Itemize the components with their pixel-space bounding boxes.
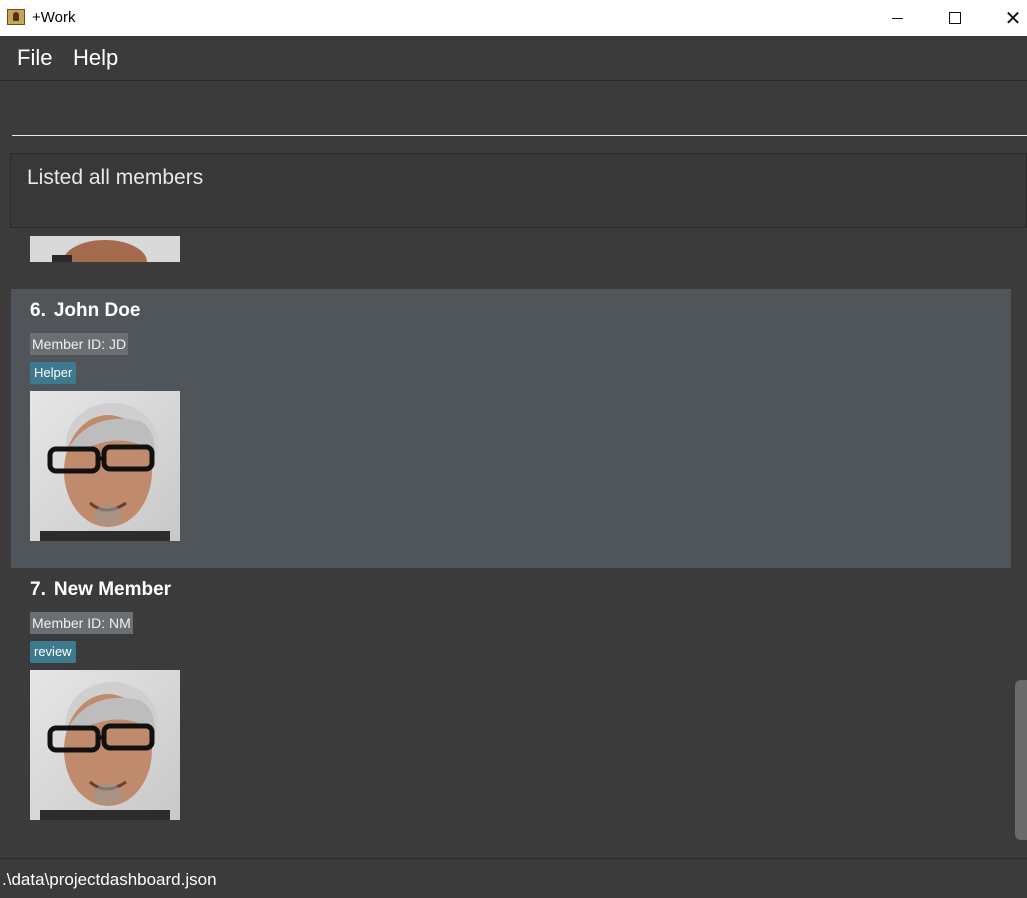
member-index: 6. (30, 300, 46, 321)
command-box (0, 81, 1027, 145)
member-name: 7. New Member (30, 579, 171, 601)
address-book-icon (7, 9, 25, 25)
member-photo (30, 670, 180, 820)
maximize-button[interactable] (926, 0, 984, 36)
member-id-label: Member ID: JD (30, 333, 129, 355)
member-id-label: Member ID: NM (30, 612, 133, 634)
member-photo (30, 391, 180, 541)
member-list[interactable]: 6. John Doe Member ID: JD Helper 7. New … (11, 236, 1011, 845)
close-icon: ✕ (1004, 6, 1022, 30)
member-card[interactable]: 6. John Doe Member ID: JD Helper (11, 289, 1011, 568)
result-display: Listed all members (10, 153, 1027, 228)
result-message: Listed all members (27, 166, 204, 189)
member-name-text: John Doe (53, 300, 141, 321)
list-scrollbar-thumb[interactable] (1015, 680, 1027, 840)
status-bar: .\data\projectdashboard.json (0, 858, 1027, 898)
member-index: 7. (30, 579, 46, 600)
maximize-icon (949, 12, 961, 24)
tag-badge: Helper (30, 362, 77, 384)
menu-help[interactable]: Help (73, 45, 118, 71)
member-card-partial[interactable] (11, 236, 1011, 289)
member-name-text: New Member (53, 579, 172, 600)
minimize-button[interactable] (868, 0, 926, 36)
minimize-icon (891, 17, 903, 19)
command-input[interactable] (12, 81, 1027, 136)
window-title: +Work (32, 9, 76, 26)
member-photo (30, 236, 180, 262)
member-card[interactable]: 7. New Member Member ID: NM review (11, 568, 1011, 845)
menu-file[interactable]: File (17, 45, 52, 71)
close-button[interactable]: ✕ (984, 0, 1027, 36)
menu-bar: File Help (0, 36, 1027, 81)
member-name: 6. John Doe (30, 300, 140, 322)
save-file-path: .\data\projectdashboard.json (2, 870, 217, 889)
title-bar: +Work ✕ (0, 0, 1027, 36)
tag-badge: review (30, 641, 76, 663)
